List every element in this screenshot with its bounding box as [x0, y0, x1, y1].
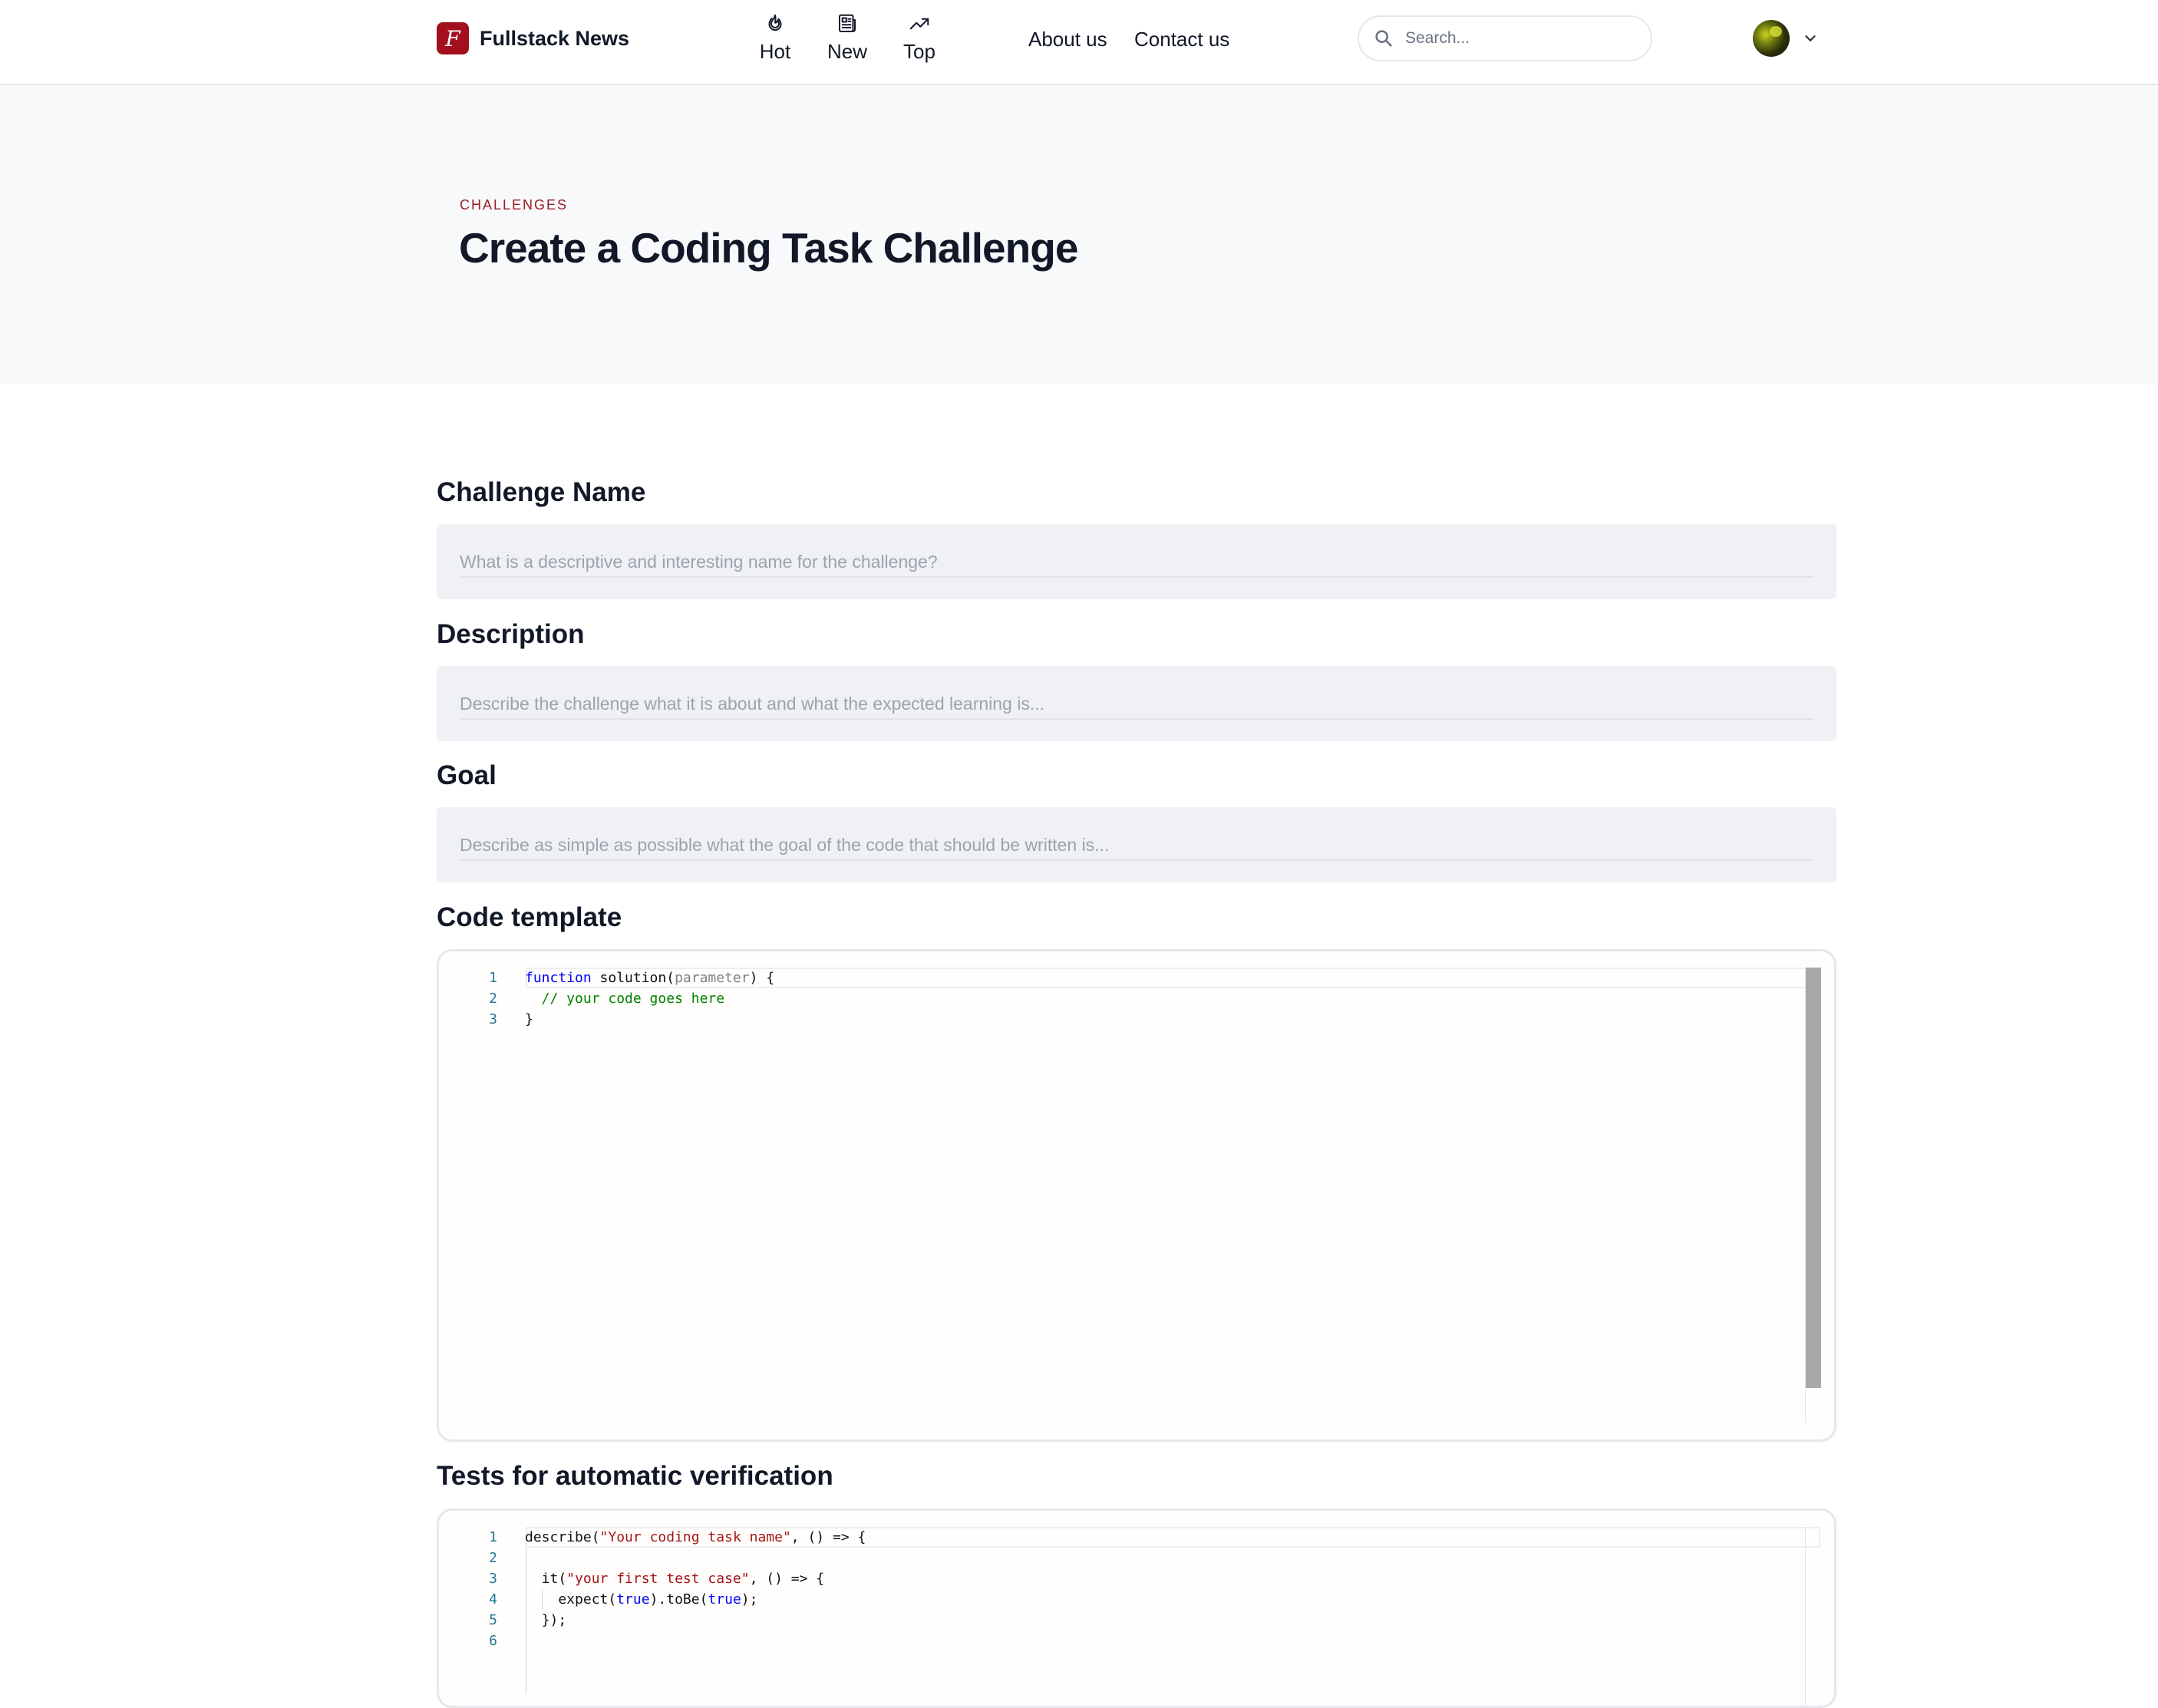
user-menu[interactable] — [1753, 20, 1819, 57]
avatar[interactable] — [1753, 20, 1790, 57]
line-number: 3 — [489, 1011, 497, 1027]
newspaper-icon — [839, 14, 856, 32]
brand-logo-icon: F — [437, 22, 469, 54]
code-text: it( — [525, 1571, 567, 1587]
code-keyword: true — [616, 1591, 650, 1607]
code-template-label: Code template — [437, 902, 622, 932]
flame-icon — [768, 14, 782, 31]
search-icon — [1375, 30, 1392, 47]
goal-input[interactable] — [460, 830, 1813, 861]
line-number: 2 — [489, 991, 497, 1007]
code-text: , () => { — [790, 1529, 866, 1545]
nav-link-contact-us[interactable]: Contact us — [1134, 28, 1229, 51]
line-number: 4 — [489, 1591, 497, 1607]
challenge-name-field[interactable] — [437, 524, 1836, 599]
goal-field[interactable] — [437, 807, 1836, 882]
line-number: 5 — [489, 1612, 497, 1628]
code-line[interactable]: function solution(parameter) { — [525, 968, 774, 988]
code-line[interactable]: }); — [525, 1610, 567, 1631]
code-text: describe( — [525, 1529, 600, 1545]
tab-new[interactable]: New — [813, 12, 882, 66]
brand-name: Fullstack News — [480, 26, 630, 50]
line-number: 1 — [489, 970, 497, 986]
code-text: } — [525, 1011, 533, 1027]
editor-scrollbar-thumb[interactable] — [1806, 968, 1821, 1388]
page-header: CHALLENGES Create a Coding Task Challeng… — [0, 85, 2158, 384]
code-string: "your first test case" — [566, 1571, 750, 1587]
code-comment: // your code goes here — [525, 991, 725, 1007]
challenge-name-input[interactable] — [460, 547, 1813, 578]
tests-label: Tests for automatic verification — [437, 1461, 833, 1491]
goal-label: Goal — [437, 760, 497, 790]
trending-up-icon — [909, 18, 929, 30]
brand[interactable]: F Fullstack News — [437, 22, 629, 54]
description-input[interactable] — [460, 689, 1813, 720]
editor-scrollbar[interactable] — [1805, 968, 1822, 1423]
code-function-name: solution( — [591, 970, 675, 986]
top-navbar: F Fullstack News Hot New Top About us Co… — [0, 0, 2158, 85]
page-title: Create a Coding Task Challenge — [459, 224, 1078, 272]
code-line[interactable]: describe("Your coding task name", () => … — [525, 1527, 866, 1548]
chevron-down-icon[interactable] — [1802, 30, 1819, 47]
code-line[interactable]: it("your first test case", () => { — [525, 1568, 824, 1589]
code-text: ); — [741, 1591, 758, 1607]
description-label: Description — [437, 619, 585, 649]
line-number: 1 — [489, 1529, 497, 1545]
line-number: 6 — [489, 1633, 497, 1649]
code-text: expect( — [525, 1591, 617, 1607]
nav-link-about-us[interactable]: About us — [1028, 28, 1107, 51]
code-keyword: function — [525, 970, 592, 986]
search-input[interactable] — [1405, 29, 1635, 48]
tab-new-label: New — [827, 40, 867, 63]
line-number: 3 — [489, 1571, 497, 1587]
code-line[interactable]: expect(true).toBe(true); — [525, 1589, 757, 1610]
editor-scrollbar[interactable] — [1805, 1527, 1822, 1706]
description-field[interactable] — [437, 666, 1836, 741]
code-string: "Your coding task name" — [599, 1529, 791, 1545]
code-text: }); — [525, 1612, 567, 1628]
code-line[interactable]: // your code goes here — [525, 988, 724, 1009]
tab-hot-label: Hot — [759, 40, 791, 63]
code-text: ).toBe( — [649, 1591, 708, 1607]
search-box[interactable] — [1358, 15, 1652, 61]
tab-top-label: Top — [903, 40, 935, 63]
code-text: , () => { — [749, 1571, 825, 1587]
code-template-editor[interactable]: 1 function solution(parameter) { 2 // yo… — [437, 949, 1836, 1442]
code-line[interactable]: } — [525, 1009, 533, 1030]
section-eyebrow: CHALLENGES — [460, 197, 569, 213]
code-parameter: parameter — [675, 970, 750, 986]
challenge-name-label: Challenge Name — [437, 477, 646, 507]
tab-hot[interactable]: Hot — [741, 12, 810, 66]
svg-text:F: F — [444, 26, 461, 51]
code-keyword: true — [708, 1591, 741, 1607]
line-number: 2 — [489, 1550, 497, 1566]
code-text: ) { — [749, 970, 775, 986]
tab-top[interactable]: Top — [885, 12, 954, 66]
tests-editor[interactable]: 1 describe("Your coding task name", () =… — [437, 1509, 1836, 1708]
